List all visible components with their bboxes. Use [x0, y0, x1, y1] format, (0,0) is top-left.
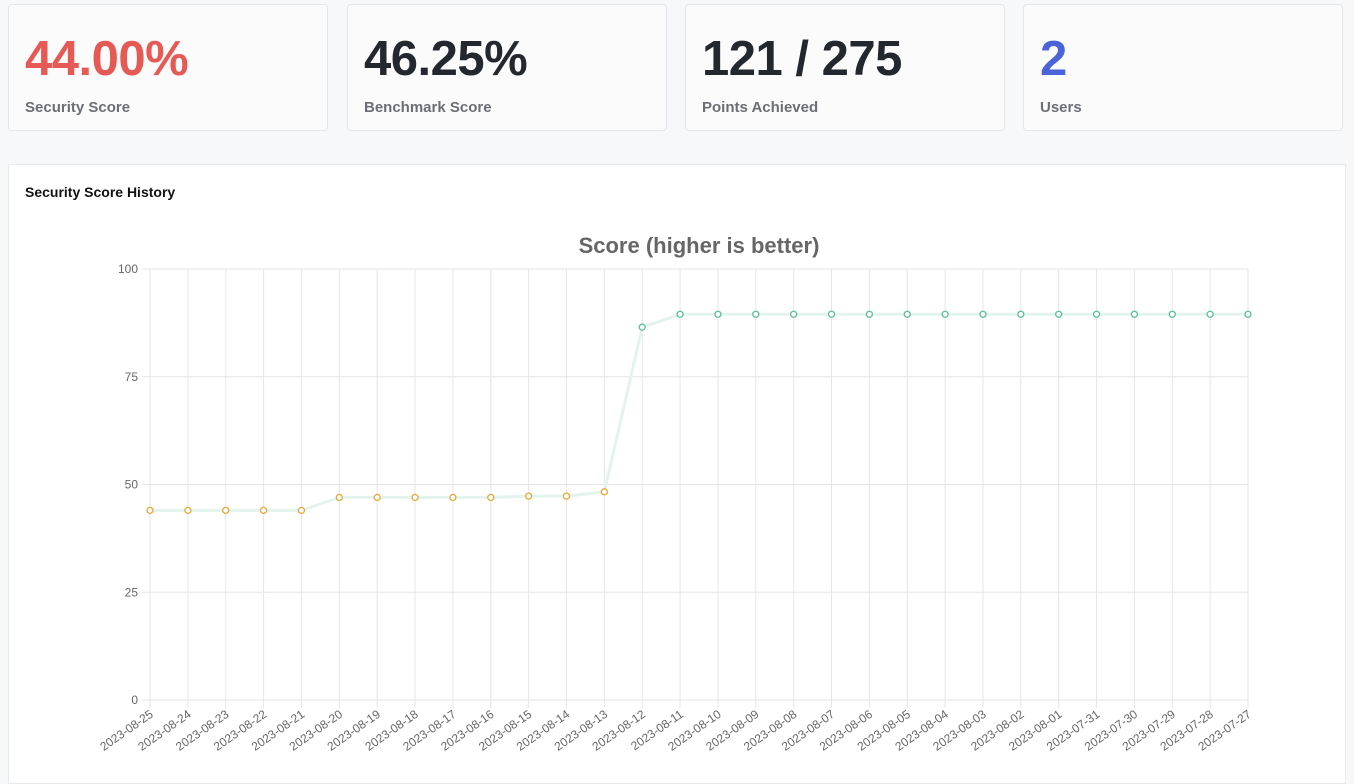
- data-point: [1055, 310, 1063, 318]
- data-point: [184, 506, 192, 515]
- data-point: [222, 506, 230, 515]
- data-point: [752, 310, 760, 318]
- data-point: [1130, 310, 1139, 318]
- users-value: 2: [1040, 32, 1067, 86]
- benchmark-score-value: 46.25%: [364, 32, 528, 86]
- data-point: [297, 506, 306, 515]
- data-point: [676, 310, 684, 318]
- data-point: [827, 310, 836, 318]
- data-point: [903, 310, 911, 318]
- data-point: [562, 492, 571, 500]
- points-achieved-label: Points Achieved: [702, 99, 819, 116]
- data-point: [373, 493, 381, 502]
- y-tick-label: 0: [131, 693, 138, 707]
- data-point: [146, 506, 154, 515]
- score-history-panel: Security Score History Score (higher is …: [8, 164, 1346, 784]
- data-point: [449, 493, 457, 502]
- data-point: [600, 488, 608, 496]
- users-label: Users: [1040, 99, 1082, 116]
- y-tick-label: 100: [118, 262, 138, 276]
- data-point: [1017, 310, 1025, 318]
- data-point: [941, 310, 949, 318]
- data-point: [259, 506, 268, 515]
- points-achieved-value: 121 / 275: [702, 32, 902, 86]
- data-point: [1206, 310, 1214, 318]
- y-tick-label: 25: [125, 585, 139, 599]
- data-point: [411, 493, 419, 502]
- data-point: [1168, 310, 1176, 318]
- benchmark-score-label: Benchmark Score: [364, 99, 492, 116]
- y-tick-label: 50: [125, 478, 139, 492]
- data-point: [865, 310, 874, 318]
- data-point: [1092, 310, 1101, 318]
- data-point: [335, 493, 343, 502]
- stats-row: 44.00% Security Score 46.25% Benchmark S…: [8, 4, 1346, 132]
- data-point: [714, 310, 722, 318]
- users-card: 2 Users: [1023, 4, 1343, 131]
- data-point: [487, 493, 495, 502]
- security-score-value: 44.00%: [25, 32, 189, 86]
- y-tick-label: 75: [125, 370, 139, 384]
- security-score-card: 44.00% Security Score: [8, 4, 328, 131]
- security-score-label: Security Score: [25, 99, 131, 116]
- benchmark-score-card: 46.25% Benchmark Score: [347, 4, 667, 131]
- data-point: [1244, 310, 1252, 318]
- score-history-chart: Score (higher is better)02550751002023-0…: [97, 233, 1254, 754]
- chart-title: Score (higher is better): [579, 233, 820, 258]
- data-point: [979, 310, 987, 318]
- series-line: [150, 312, 1248, 512]
- points-achieved-card: 121 / 275 Points Achieved: [685, 4, 1005, 131]
- data-point: [790, 310, 798, 318]
- data-point: [638, 323, 646, 331]
- data-point: [524, 492, 533, 500]
